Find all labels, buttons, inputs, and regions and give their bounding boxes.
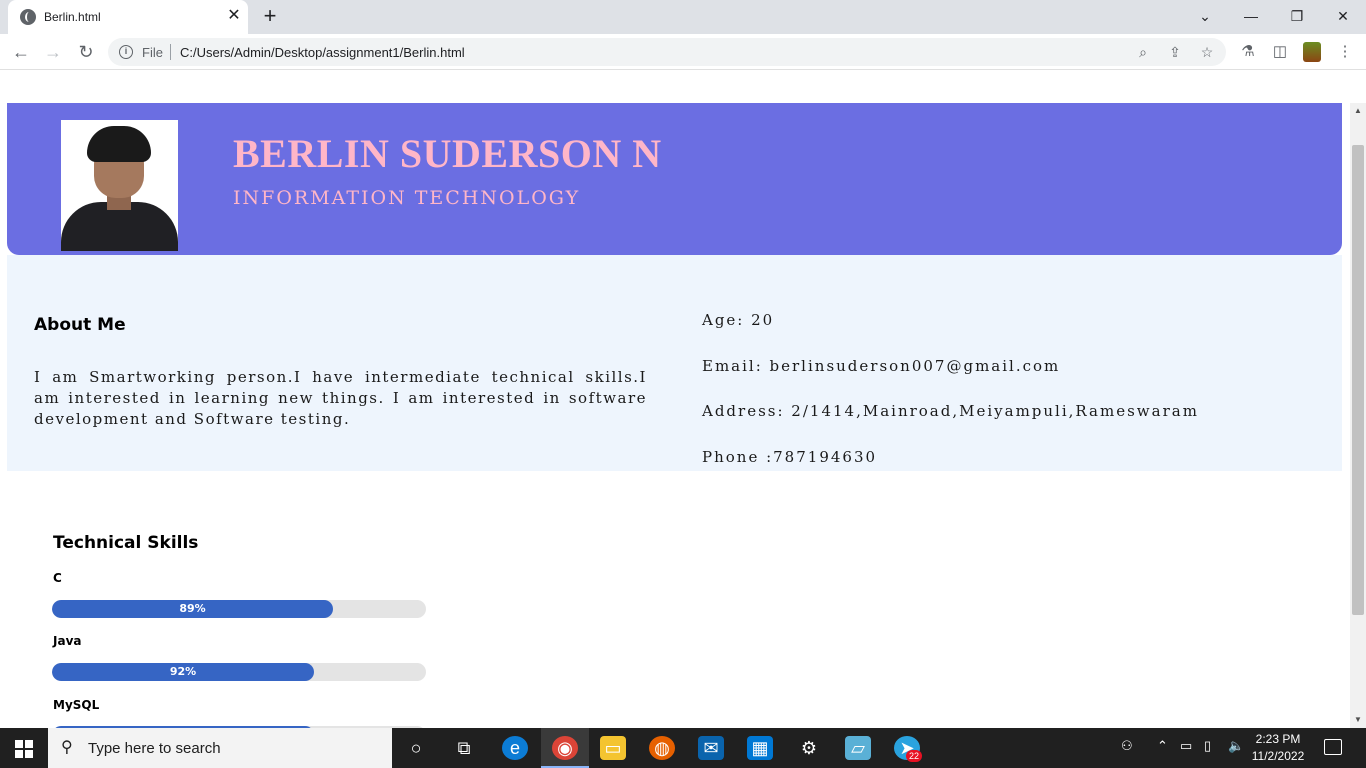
chrome-icon[interactable]: ◉ [552, 736, 578, 760]
profile-department: INFORMATION TECHNOLOGY [233, 187, 581, 209]
email-text: Email: berlinsuderson007@gmail.com [702, 357, 1061, 375]
taskbar-chrome-active[interactable]: ◉ [541, 728, 589, 768]
volume-icon[interactable]: 🔈 [1228, 738, 1244, 754]
url-scheme: File [142, 45, 163, 60]
reload-icon[interactable]: ↻ [74, 40, 98, 64]
about-panel: About Me I am Smartworking person.I have… [7, 255, 1342, 471]
page-scrollbar[interactable]: ▲ ▼ [1350, 103, 1366, 728]
search-icon: ⚲ [61, 739, 73, 756]
bookmark-star-icon[interactable]: ☆ [1197, 42, 1217, 62]
edge-icon[interactable]: e [502, 736, 528, 760]
taskbar-search[interactable]: ⚲ Type here to search [48, 728, 392, 768]
file-explorer-icon[interactable]: ▭ [600, 736, 626, 760]
page-viewport: BERLIN SUDERSON N INFORMATION TECHNOLOGY… [0, 71, 1350, 728]
windows-start-icon[interactable] [0, 728, 48, 768]
close-window-icon[interactable]: ✕ [1320, 0, 1366, 32]
windows-taskbar: ⚲ Type here to search ○ ⧉ e ◉ ▭ ◍ ✉ ▦ ⚙ … [0, 728, 1366, 768]
scroll-thumb[interactable] [1352, 145, 1364, 615]
settings-gear-icon[interactable]: ⚙ [796, 736, 822, 760]
share-icon[interactable]: ⇪ [1165, 42, 1185, 62]
url-separator [170, 44, 171, 60]
store-icon[interactable]: ▦ [747, 736, 773, 760]
notifications-icon[interactable] [1324, 739, 1342, 755]
telegram-badge: 22 [906, 750, 922, 762]
browser-toolbar: ← → ↻ i File C:/Users/Admin/Desktop/assi… [0, 34, 1366, 70]
phone-text: Phone :787194630 [702, 448, 878, 466]
restore-icon[interactable]: ❐ [1274, 0, 1320, 32]
about-heading: About Me [34, 315, 126, 335]
skill-percent: 92% [169, 665, 197, 678]
show-hidden-chevron-icon[interactable]: ⌃ [1157, 738, 1168, 754]
notepad-icon[interactable]: ▱ [845, 736, 871, 760]
battery-icon[interactable]: ▯ [1204, 738, 1211, 754]
tab-search-chevron-icon[interactable]: ⌄ [1182, 0, 1228, 32]
profile-header: BERLIN SUDERSON N INFORMATION TECHNOLOGY [7, 103, 1342, 255]
minimize-icon[interactable]: — [1228, 0, 1274, 32]
zoom-icon[interactable]: ⌕ [1133, 42, 1153, 62]
tab-title: Berlin.html [44, 10, 101, 24]
age-text: Age: 20 [702, 311, 775, 329]
tab-berlin[interactable]: Berlin.html ✕ [8, 0, 248, 34]
cortana-icon[interactable]: ○ [403, 736, 429, 760]
profile-photo [61, 120, 178, 251]
tab-strip: Berlin.html ✕ + ⌄ — ❐ ✕ [0, 0, 1366, 34]
mail-icon[interactable]: ✉ [698, 736, 724, 760]
skill-name-c: C [53, 571, 62, 585]
skill-bar-java: 92% [52, 663, 426, 681]
people-icon[interactable]: ⚇ [1121, 738, 1133, 754]
address-text: Address: 2/1414,Mainroad,Meiyampuli,Rame… [702, 402, 1199, 420]
skill-name-java: Java [53, 634, 82, 648]
skill-bar-c: 89% [52, 600, 426, 618]
firefox-icon[interactable]: ◍ [649, 736, 675, 760]
profile-avatar[interactable] [1303, 42, 1321, 62]
new-tab-icon[interactable]: + [258, 5, 282, 29]
skill-name-mysql: MySQL [53, 698, 100, 712]
network-icon[interactable]: ▭ [1180, 738, 1192, 754]
profile-name: BERLIN SUDERSON N [233, 131, 662, 176]
back-icon[interactable]: ← [9, 40, 33, 64]
taskbar-clock[interactable]: 2:23 PM 11/2/2022 [1248, 731, 1308, 765]
clock-date: 11/2/2022 [1251, 749, 1305, 763]
clock-time: 2:23 PM [1255, 732, 1301, 746]
address-bar[interactable]: i File C:/Users/Admin/Desktop/assignment… [108, 38, 1226, 66]
skill-percent: 89% [179, 602, 206, 615]
forward-icon[interactable]: → [41, 40, 65, 64]
close-tab-icon[interactable]: ✕ [224, 6, 244, 26]
side-panel-icon[interactable]: ◫ [1270, 42, 1290, 62]
url-text[interactable]: C:/Users/Admin/Desktop/assignment1/Berli… [180, 45, 465, 60]
scroll-up-icon[interactable]: ▲ [1350, 103, 1366, 119]
scroll-down-icon[interactable]: ▼ [1350, 712, 1366, 728]
site-info-icon[interactable]: i [119, 45, 133, 59]
task-view-icon[interactable]: ⧉ [451, 736, 477, 760]
menu-kebab-icon[interactable]: ⋮ [1335, 42, 1355, 62]
search-placeholder: Type here to search [88, 740, 221, 757]
about-paragraph: I am Smartworking person.I have intermed… [34, 368, 647, 428]
skills-heading: Technical Skills [53, 533, 199, 553]
labs-flask-icon[interactable]: ⚗ [1238, 42, 1258, 62]
globe-icon [20, 9, 36, 25]
